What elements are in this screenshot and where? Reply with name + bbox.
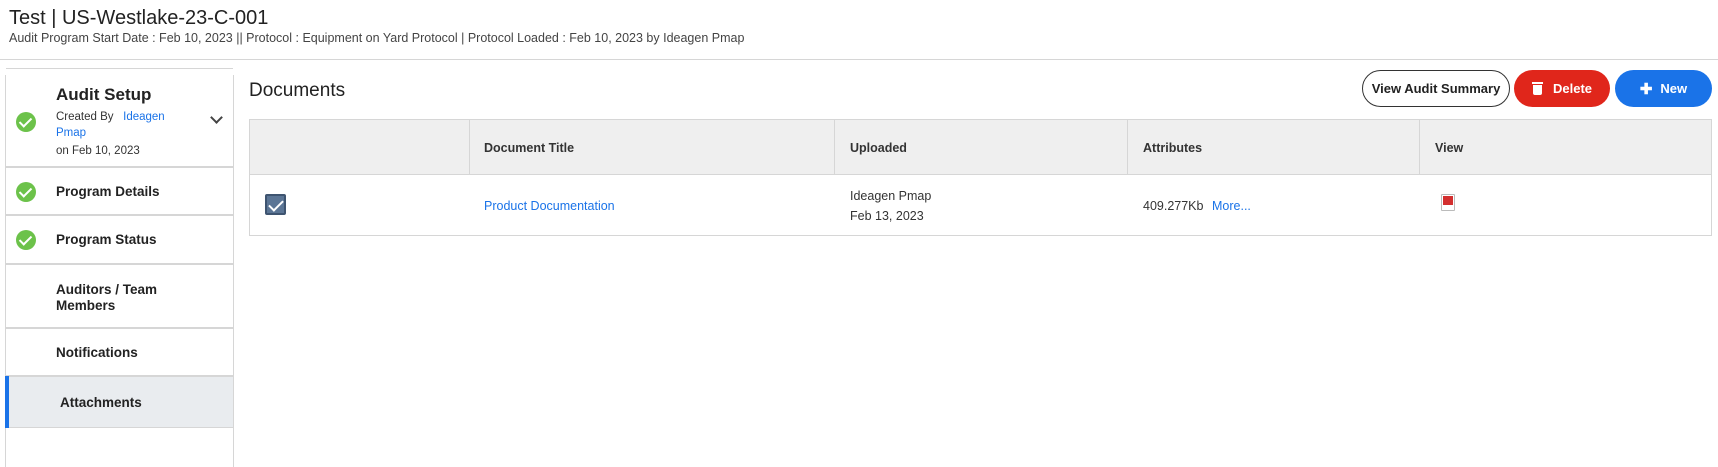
row-select-checkbox[interactable]: [265, 194, 286, 215]
table-row: Product Documentation Ideagen Pmap Feb 1…: [250, 175, 1711, 235]
audit-setup-title: Audit Setup: [56, 85, 152, 104]
pdf-icon[interactable]: [1441, 194, 1455, 211]
chevron-down-icon[interactable]: [210, 111, 223, 124]
page-title: Test | US-Westlake-23-C-001: [9, 7, 269, 29]
sidebar-item-attachments[interactable]: Attachments: [5, 376, 233, 428]
more-attributes-link[interactable]: More...: [1212, 199, 1251, 213]
column-header-attributes[interactable]: Attributes: [1143, 141, 1202, 155]
sidebar-item-audit-setup[interactable]: Audit Setup Created By Ideagen Pmap on F…: [6, 68, 233, 167]
column-header-title[interactable]: Document Title: [484, 141, 574, 155]
delete-label: Delete: [1552, 81, 1593, 96]
sidebar-item-auditors[interactable]: Auditors / Team Members: [6, 264, 233, 328]
sidebar-item-notifications[interactable]: Notifications: [6, 328, 233, 376]
file-size: 409.277Kb: [1143, 199, 1204, 213]
sidebar-item-label: Program Status: [56, 232, 157, 247]
audit-setup-date: on Feb 10, 2023: [56, 145, 140, 157]
documents-title: Documents: [249, 80, 346, 101]
uploaded-by: Ideagen Pmap: [850, 189, 932, 203]
sidebar-item-label: Program Details: [56, 184, 160, 199]
plus-icon: ✚: [1639, 80, 1653, 98]
column-header-view: View: [1435, 141, 1464, 155]
new-button[interactable]: ✚ New: [1615, 70, 1712, 107]
sidebar-item-label: Notifications: [56, 345, 138, 360]
new-label: New: [1660, 81, 1688, 96]
active-indicator: [5, 376, 9, 428]
sidebar-item-program-status[interactable]: Program Status: [6, 215, 233, 264]
sidebar: Audit Setup Created By Ideagen Pmap on F…: [5, 68, 234, 467]
sidebar-item-label: Attachments: [60, 395, 142, 410]
view-audit-summary-button[interactable]: View Audit Summary: [1362, 70, 1510, 107]
sidebar-item-program-details[interactable]: Program Details: [6, 167, 233, 215]
audit-setup-created-by: Created By Ideagen Pmap: [56, 109, 176, 141]
check-circle-icon: [16, 112, 36, 132]
documents-table: Document Title Uploaded Attributes View …: [249, 119, 1712, 236]
page-subtitle: Audit Program Start Date : Feb 10, 2023 …: [9, 31, 745, 45]
document-title-link[interactable]: Product Documentation: [484, 199, 615, 213]
uploaded-on: Feb 13, 2023: [850, 209, 924, 223]
created-by-label: Created By: [56, 111, 114, 123]
view-audit-summary-label: View Audit Summary: [1371, 81, 1501, 96]
trash-icon: [1531, 82, 1543, 95]
check-circle-icon: [16, 182, 36, 202]
sidebar-item-label: Auditors / Team Members: [56, 282, 158, 313]
check-circle-icon: [16, 230, 36, 250]
page-header: Test | US-Westlake-23-C-001 Audit Progra…: [0, 0, 1718, 60]
delete-button[interactable]: Delete: [1514, 70, 1610, 107]
column-header-uploaded[interactable]: Uploaded: [850, 141, 907, 155]
